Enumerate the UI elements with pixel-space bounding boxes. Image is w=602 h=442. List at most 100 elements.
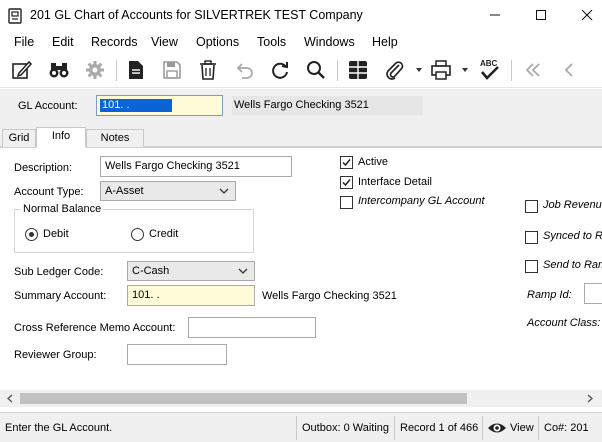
summary-account-field[interactable]: 101. .	[127, 285, 255, 306]
refresh-button[interactable]	[268, 58, 292, 82]
ramp-id-field[interactable]	[584, 283, 602, 304]
horizontal-scrollbar[interactable]	[0, 390, 602, 407]
menu-tools[interactable]: Tools	[257, 35, 286, 49]
active-label: Active	[358, 156, 388, 168]
maximize-icon	[536, 10, 546, 20]
credit-radio[interactable]	[131, 228, 144, 241]
attach-icon	[386, 61, 404, 80]
chevron-down-icon	[219, 188, 229, 194]
normal-balance-label: Normal Balance	[21, 203, 104, 215]
menu-view[interactable]: View	[151, 35, 178, 49]
gl-account-description: Wells Fargo Checking 3521	[232, 96, 423, 115]
scroll-left-icon[interactable]	[6, 394, 14, 403]
debit-radio[interactable]	[25, 228, 38, 241]
account-type-select[interactable]: A-Asset	[100, 181, 236, 201]
print-icon	[431, 60, 451, 80]
reviewer-group-label: Reviewer Group:	[14, 349, 97, 361]
svg-text:ABC: ABC	[480, 59, 498, 68]
credit-label: Credit	[149, 228, 179, 240]
account-type-value: A-Asset	[105, 185, 144, 197]
grid-button[interactable]	[346, 58, 370, 82]
scrollbar-thumb[interactable]	[20, 393, 467, 404]
menu-file[interactable]: File	[14, 35, 34, 49]
debit-label: Debit	[43, 228, 69, 240]
print-dropdown-caret[interactable]	[462, 68, 468, 72]
first-record-icon	[525, 63, 540, 77]
sub-ledger-value: C-Cash	[132, 265, 170, 277]
gl-account-header: GL Account: 101. . Wells Fargo Checking …	[0, 89, 602, 127]
minimize-icon	[490, 14, 500, 16]
delete-button[interactable]	[196, 58, 220, 82]
record-count: Record 1 of 466	[400, 422, 479, 434]
attach-button[interactable]	[383, 58, 407, 82]
interface-detail-checkbox[interactable]	[340, 176, 353, 189]
tab-info[interactable]: Info	[36, 127, 86, 148]
synced-label: Synced to R	[543, 230, 602, 242]
synced-checkbox[interactable]	[525, 231, 538, 244]
account-class-label: Account Class:	[527, 317, 601, 329]
sub-ledger-label: Sub Ledger Code:	[14, 266, 104, 278]
save-icon	[163, 61, 181, 79]
document-icon	[129, 61, 143, 79]
status-separator	[482, 416, 483, 440]
view-mode[interactable]: View	[510, 422, 534, 434]
close-button[interactable]	[564, 0, 602, 30]
cross-reference-field[interactable]	[188, 317, 316, 338]
menu-windows[interactable]: Windows	[304, 35, 355, 49]
status-message: Enter the GL Account.	[5, 422, 113, 434]
minimize-button[interactable]	[472, 0, 518, 30]
intercompany-label: Intercompany GL Account	[358, 195, 485, 207]
find-button[interactable]	[47, 58, 71, 82]
job-revenue-checkbox[interactable]	[525, 200, 538, 213]
gl-account-input[interactable]: 101. .	[96, 95, 223, 116]
sub-ledger-select[interactable]: C-Cash	[127, 261, 255, 281]
gl-account-value: 101. .	[100, 99, 172, 112]
first-record-button[interactable]	[521, 58, 545, 82]
spellcheck-button[interactable]: ABC	[477, 58, 501, 82]
search-icon	[307, 61, 325, 79]
previous-record-button[interactable]	[557, 58, 581, 82]
edit-button[interactable]	[10, 58, 34, 82]
send-to-ramp-checkbox[interactable]	[525, 260, 538, 273]
tab-notes[interactable]: Notes	[86, 129, 144, 148]
menu-records[interactable]: Records	[91, 35, 138, 49]
normal-balance-group: Normal Balance Debit Credit	[14, 203, 254, 253]
description-field[interactable]: Wells Fargo Checking 3521	[100, 156, 292, 177]
cross-reference-label: Cross Reference Memo Account:	[14, 322, 176, 334]
spellcheck-icon: ABC	[480, 59, 499, 80]
attach-dropdown-caret[interactable]	[416, 68, 422, 72]
app-icon	[8, 8, 22, 24]
checkmark-icon	[342, 159, 351, 167]
title-bar: 201 GL Chart of Accounts for SILVERTREK …	[0, 0, 602, 31]
intercompany-checkbox[interactable]	[340, 196, 353, 209]
grid-icon	[349, 61, 367, 79]
toolbar-separator	[511, 60, 512, 81]
scroll-right-icon[interactable]	[586, 394, 594, 403]
refresh-icon	[272, 62, 288, 79]
toolbar-separator	[116, 60, 117, 81]
print-button[interactable]	[429, 58, 453, 82]
tab-grid[interactable]: Grid	[2, 129, 36, 148]
edit-icon	[12, 60, 33, 79]
active-checkbox[interactable]	[340, 156, 353, 169]
save-button[interactable]	[160, 58, 184, 82]
maximize-button[interactable]	[518, 0, 564, 30]
document-button[interactable]	[124, 58, 148, 82]
outbox-status[interactable]: Outbox: 0 Waiting	[302, 422, 389, 434]
job-revenue-label: Job Revenu	[543, 199, 602, 211]
undo-button[interactable]	[232, 58, 256, 82]
search-button[interactable]	[304, 58, 328, 82]
menu-options[interactable]: Options	[196, 35, 239, 49]
tab-strip: Grid Info Notes	[0, 127, 602, 148]
description-label: Description:	[14, 162, 73, 174]
reviewer-group-field[interactable]	[127, 344, 227, 365]
interface-detail-label: Interface Detail	[358, 176, 432, 188]
status-bar: Enter the GL Account. Outbox: 0 Waiting …	[0, 412, 602, 442]
settings-button[interactable]	[83, 58, 107, 82]
company-number: Co#: 201	[544, 422, 589, 434]
menu-help[interactable]: Help	[372, 35, 398, 49]
menu-edit[interactable]: Edit	[52, 35, 74, 49]
eye-icon	[488, 423, 506, 433]
menu-bar: File Edit Records View Options Tools Win…	[0, 31, 602, 53]
status-separator	[394, 416, 395, 440]
